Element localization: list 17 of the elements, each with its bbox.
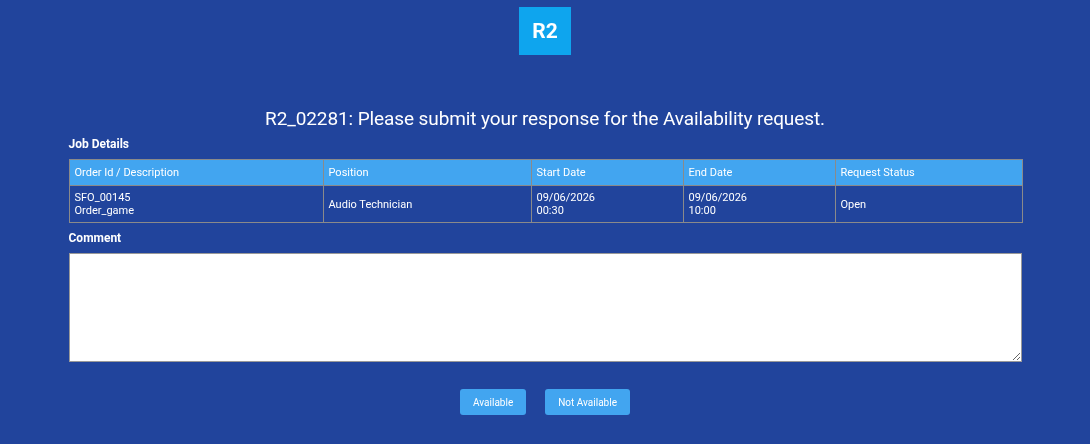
table-cell: 09/06/2026 10:00 (683, 185, 835, 223)
page-title: R2_02281: Please submit your response for the Availability request. (265, 107, 825, 131)
comment-field[interactable] (68, 253, 1022, 362)
table-cell: SFO_00145 Order_game (69, 185, 323, 223)
logo: R2 (519, 7, 571, 55)
table-cell: 09/06/2026 00:30 (531, 185, 683, 223)
comment-label: Comment (68, 231, 123, 245)
column-header: Position (323, 159, 531, 186)
column-header: Start Date (531, 159, 683, 186)
column-header: Request Status (835, 159, 1022, 186)
column-header: Order Id / Description (69, 159, 323, 186)
response-button[interactable]: Not Available (545, 389, 630, 415)
response-button[interactable]: Available (460, 389, 527, 415)
section-heading: Job Details (68, 137, 130, 151)
column-header: End Date (683, 159, 835, 186)
table-cell: Open (835, 185, 1022, 223)
table-cell: Audio Technician (323, 185, 531, 223)
